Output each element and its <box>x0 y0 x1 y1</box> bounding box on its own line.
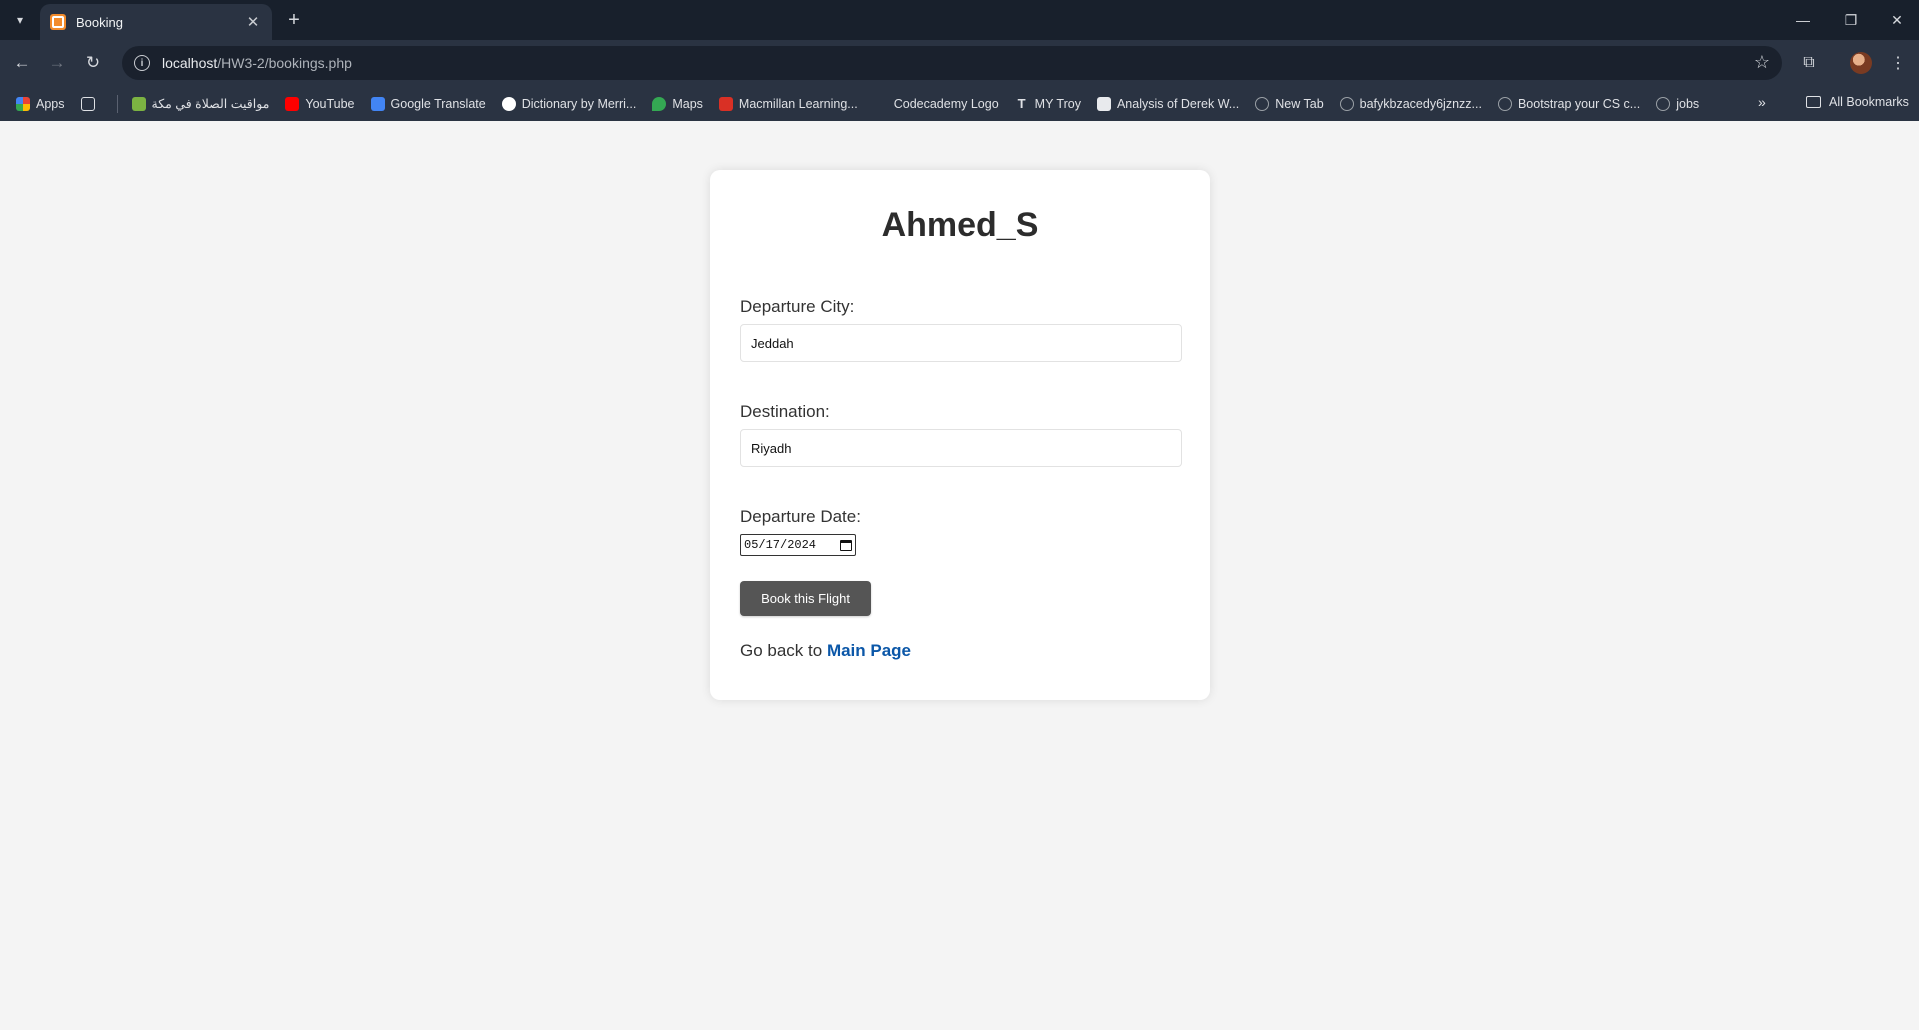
menu-kebab-icon[interactable]: ⋮ <box>1883 48 1913 78</box>
merriam-webster-icon <box>501 96 516 111</box>
booking-card: Ahmed_S Departure City: Destination: Dep… <box>710 170 1210 700</box>
bookmark-label: Bootstrap your CS c... <box>1517 96 1641 111</box>
tab-title: Booking <box>76 14 123 30</box>
bookmark-apps[interactable]: Apps <box>16 96 65 111</box>
globe-icon <box>1656 96 1671 111</box>
globe-icon <box>1497 96 1512 111</box>
bookmark-label: Codecademy Logo <box>893 96 999 111</box>
date-value: 05/17/2024 <box>744 538 817 552</box>
troy-t-icon: T <box>1017 95 1026 111</box>
tab-groups-icon <box>80 96 95 111</box>
go-back-text: Go back to Main Page <box>740 641 1180 661</box>
departure-city-input[interactable] <box>740 324 1182 362</box>
bookmark-maps[interactable]: Maps <box>652 96 703 111</box>
url-text[interactable]: localhost/HW3-2/bookings.php <box>162 55 352 71</box>
destination-label: Destination: <box>740 402 830 421</box>
bookmark-bafy[interactable]: bafykbzacedy6jznzz... <box>1339 96 1482 111</box>
address-bar[interactable]: i localhost/HW3-2/bookings.php ☆ <box>122 46 1782 80</box>
go-back-prefix: Go back to <box>740 641 827 660</box>
bookmark-google-translate[interactable]: Google Translate <box>370 96 486 111</box>
browser-chrome: ▾ Booking ✕ + — ❐ ✕ ← → ↻ i localhost/HW… <box>0 0 1919 121</box>
departure-date-input[interactable]: 05/17/2024 <box>740 534 856 556</box>
xampp-favicon-icon <box>50 14 66 30</box>
bookmark-label: New Tab <box>1275 96 1324 111</box>
tab-strip: ▾ Booking ✕ + — ❐ ✕ <box>0 0 1919 40</box>
bookmark-label: Google Translate <box>390 96 486 111</box>
bookmark-label: Maps <box>672 96 703 111</box>
bookmark-label: MY Troy <box>1034 96 1081 111</box>
calendar-icon[interactable] <box>840 539 852 551</box>
forward-icon[interactable]: → <box>42 48 72 78</box>
minimize-icon[interactable]: — <box>1786 6 1820 34</box>
more-bookmarks-icon[interactable]: » <box>1758 94 1766 110</box>
bookmark-jobs[interactable]: jobs <box>1656 96 1700 111</box>
book-flight-button[interactable]: Book this Flight <box>740 581 871 616</box>
back-icon[interactable]: ← <box>7 48 37 78</box>
url-path: /HW3-2/bookings.php <box>217 55 352 71</box>
bookmark-label: مواقيت الصلاة في مكة <box>151 97 270 111</box>
maps-pin-icon <box>652 96 667 111</box>
google-translate-icon <box>370 96 385 111</box>
browser-toolbar: ← → ↻ i localhost/HW3-2/bookings.php ☆ ⧉… <box>0 40 1919 86</box>
close-window-icon[interactable]: ✕ <box>1880 6 1914 34</box>
bookmark-codecademy[interactable]: Codecademy Logo <box>874 97 999 111</box>
tab-search-icon[interactable]: ▾ <box>8 8 32 32</box>
reload-icon[interactable]: ↻ <box>78 48 108 78</box>
bookmark-my-troy[interactable]: T MY Troy <box>1015 95 1081 111</box>
bookmark-dictionary[interactable]: Dictionary by Merri... <box>501 96 637 111</box>
site-info-icon[interactable]: i <box>134 55 150 71</box>
extensions-icon[interactable]: ⧉ <box>1794 48 1824 78</box>
tab-groups-button[interactable] <box>80 96 101 111</box>
bookmark-label: jobs <box>1676 96 1700 111</box>
bookmarks-bar: Apps مواقيت الصلاة في مكة YouTube Google… <box>0 86 1919 121</box>
departure-date-label: Departure Date: <box>740 507 861 526</box>
macmillan-icon <box>718 96 733 111</box>
url-host: localhost <box>162 55 218 71</box>
bookmark-youtube[interactable]: YouTube <box>285 96 355 111</box>
departure-city-label: Departure City: <box>740 297 855 316</box>
document-icon <box>1096 96 1111 111</box>
apps-grid-icon <box>16 96 30 111</box>
bookmark-label: Dictionary by Merri... <box>521 96 637 111</box>
globe-icon <box>1339 96 1354 111</box>
profile-avatar[interactable] <box>1850 52 1872 74</box>
bookmark-analysis[interactable]: Analysis of Derek W... <box>1096 96 1240 111</box>
new-tab-icon[interactable]: + <box>281 7 307 33</box>
bookmark-label: YouTube <box>305 96 355 111</box>
youtube-icon <box>285 96 300 111</box>
prayer-favicon-icon <box>131 96 146 111</box>
all-bookmarks-button[interactable]: All Bookmarks <box>1806 95 1909 109</box>
page-title: Ahmed_S <box>881 206 1039 244</box>
destination-input[interactable] <box>740 429 1182 467</box>
bookmark-macmillan[interactable]: Macmillan Learning... <box>718 96 858 111</box>
main-page-link[interactable]: Main Page <box>827 641 911 660</box>
bookmark-bootstrap[interactable]: Bootstrap your CS c... <box>1497 96 1641 111</box>
bookmark-separator <box>116 94 118 113</box>
folder-icon <box>1806 96 1821 108</box>
globe-icon <box>1255 96 1270 111</box>
bookmark-prayer-times[interactable]: مواقيت الصلاة في مكة <box>131 96 270 111</box>
bookmark-label: Apps <box>36 96 65 111</box>
bookmark-label: Macmillan Learning... <box>738 96 858 111</box>
tab-close-icon[interactable]: ✕ <box>244 13 262 31</box>
bookmark-star-icon[interactable]: ☆ <box>1754 52 1770 73</box>
restore-icon[interactable]: ❐ <box>1834 6 1868 34</box>
tab-booking[interactable]: Booking ✕ <box>40 4 272 40</box>
bookmark-label: Analysis of Derek W... <box>1116 96 1240 111</box>
bookmark-label: bafykbzacedy6jznzz... <box>1359 96 1482 111</box>
codecademy-icon <box>874 97 888 111</box>
all-bookmarks-label: All Bookmarks <box>1829 95 1909 109</box>
bookmark-new-tab[interactable]: New Tab <box>1255 96 1324 111</box>
